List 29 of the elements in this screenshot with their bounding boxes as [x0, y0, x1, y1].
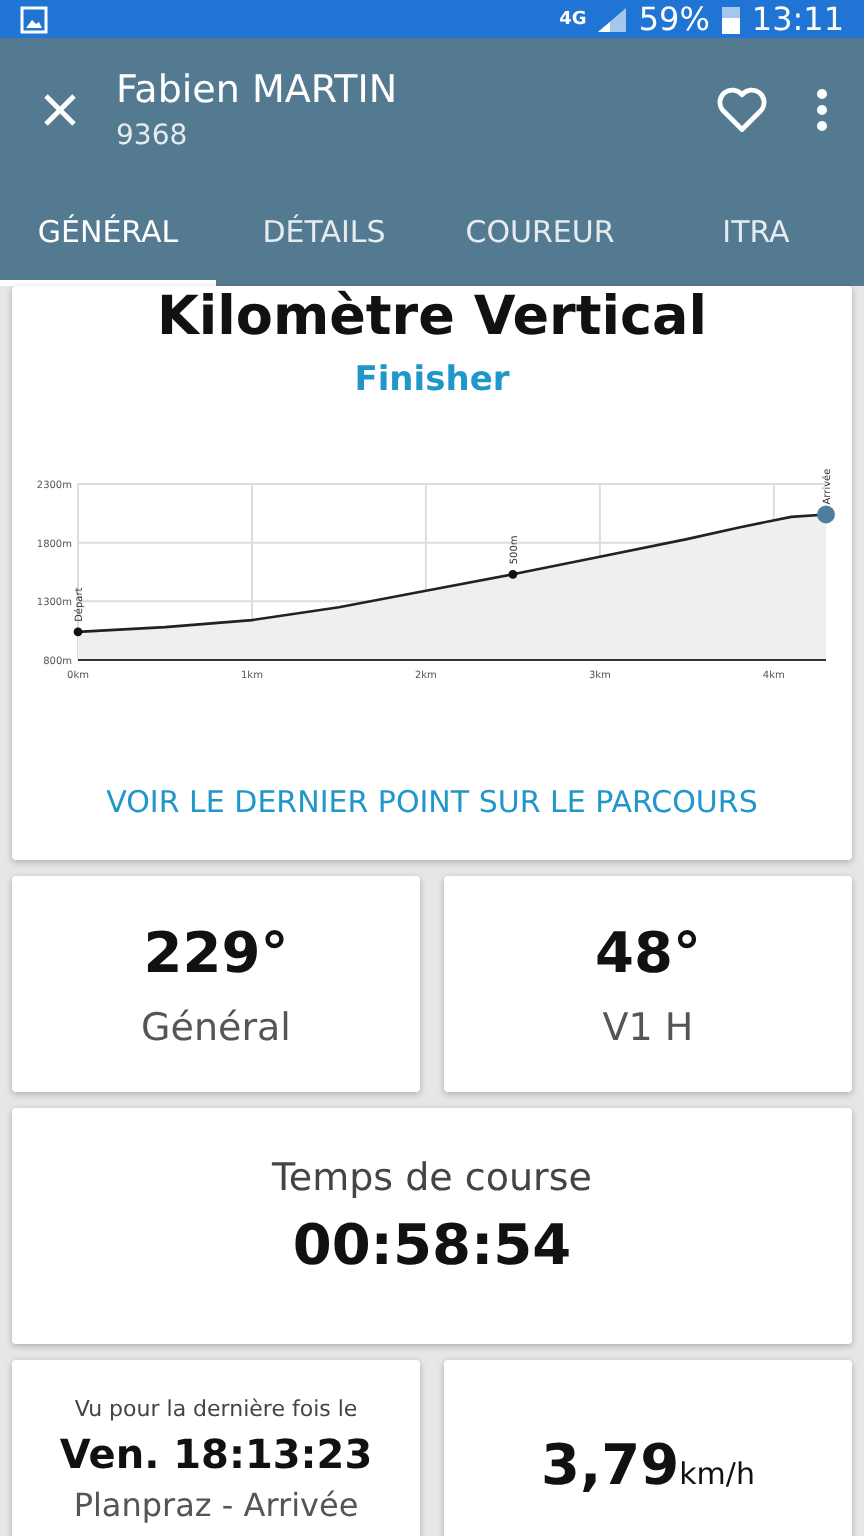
tab[interactable]: COUREUR [432, 182, 648, 286]
race-time-label: Temps de course [272, 1156, 592, 1200]
clock: 13:11 [751, 0, 844, 38]
map-link[interactable]: VOIR LE DERNIER POINT SUR LE PARCOURS [106, 784, 758, 820]
image-icon [20, 5, 48, 33]
signal-icon [598, 7, 627, 31]
battery-percent: 59% [638, 0, 710, 38]
last-seen-label: Vu pour la dernière fois le [74, 1396, 358, 1422]
tab[interactable]: ITRA [648, 182, 864, 286]
network-type: 4G [559, 9, 587, 29]
runner-name: Fabien MARTIN [116, 68, 400, 112]
race-time-value: 00:58:54 [292, 1212, 572, 1278]
speed-value: 3,79km/h [541, 1432, 755, 1498]
tab[interactable]: DÉTAILS [216, 182, 432, 286]
checkpoint-marker [73, 627, 83, 637]
rank-value: 229° [143, 919, 289, 985]
rank-label: V1 H [602, 1005, 694, 1049]
rank-label: Général [141, 1005, 291, 1049]
battery-icon [721, 4, 740, 34]
race-status: Finisher [354, 360, 510, 400]
race-title: Kilomètre Vertical [156, 286, 708, 348]
last-seen-time: Ven. 18:13:23 [59, 1430, 373, 1478]
more-icon [816, 88, 828, 132]
close-icon [40, 90, 80, 130]
bib-number: 9368 [116, 120, 190, 152]
last-seen-place: Planpraz - Arrivée [73, 1486, 359, 1524]
finish-marker [817, 505, 835, 524]
rank-value: 48° [595, 919, 701, 985]
checkpoint-marker [508, 569, 518, 579]
